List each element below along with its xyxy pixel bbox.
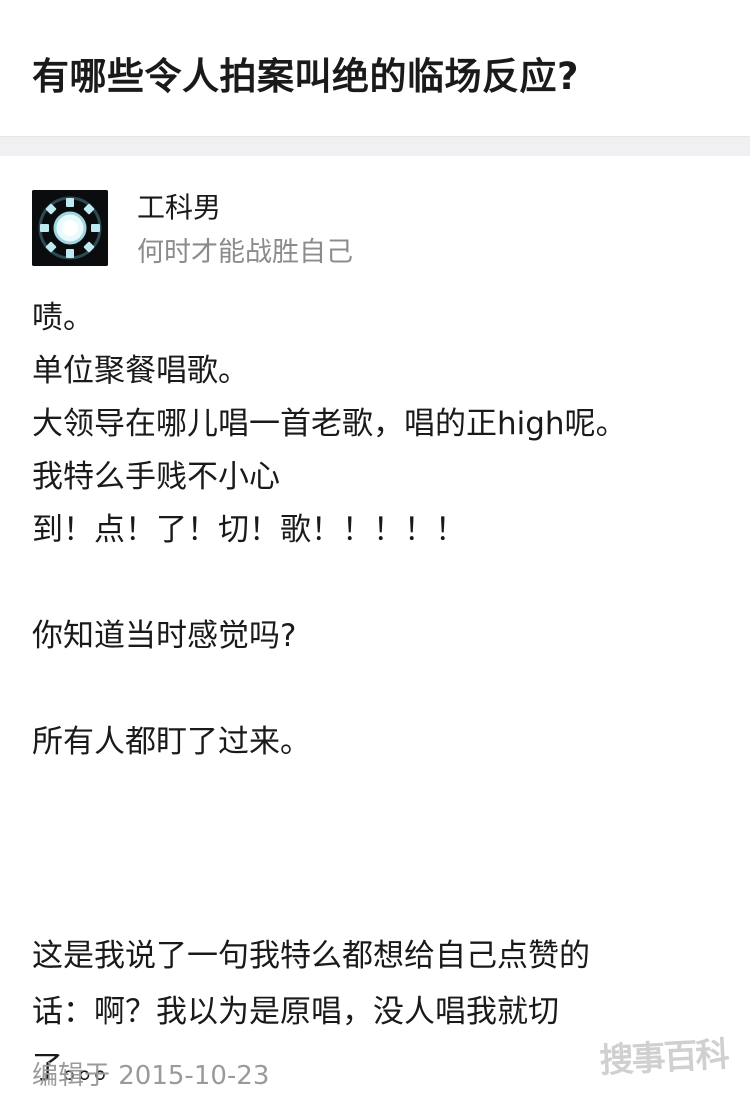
answer-line: 你知道当时感觉吗?	[32, 618, 297, 654]
answer-blank-line	[32, 875, 732, 928]
answer-blank-line	[32, 769, 732, 875]
answer-blank-line	[32, 557, 732, 610]
arc-reactor-icon	[32, 190, 108, 266]
watermark-logo: 搜事百科	[598, 1027, 731, 1104]
answer-line: 啧。	[32, 300, 94, 336]
answer-line: 这是我说了一句我特么都想给自己点赞的	[32, 938, 590, 974]
answer-page: 有哪些令人拍案叫绝的临场反应? 工科男 何时才能战胜自己 啧。 单位聚餐唱歌。 …	[0, 0, 750, 1112]
answer-line: 我特么手贱不小心	[32, 459, 280, 495]
answer-content[interactable]: 啧。 单位聚餐唱歌。 大领导在哪儿唱一首老歌，唱的正high呢。 我特么手贱不小…	[32, 292, 732, 1096]
answer-line: 大领导在哪儿唱一首老歌，唱的正high呢。	[32, 406, 627, 442]
author-name[interactable]: 工科男	[137, 186, 221, 226]
watermark-text: 搜事百科	[598, 1034, 729, 1082]
question-header[interactable]: 有哪些令人拍案叫绝的临场反应?	[0, 0, 750, 136]
author-avatar[interactable]	[32, 190, 108, 266]
answer-line: 到！点！了！切！歌！！！！！	[32, 512, 466, 548]
answer-line: 所有人都盯了过来。	[32, 724, 311, 760]
author-info: 工科男 何时才能战胜自己	[32, 190, 722, 270]
author-bio: 何时才能战胜自己	[137, 237, 353, 268]
header-divider	[0, 136, 750, 156]
answer-blank-line	[32, 663, 732, 716]
question-title[interactable]: 有哪些令人拍案叫绝的临场反应?	[32, 46, 579, 100]
edit-timestamp: 编辑于 2015-10-23	[32, 1061, 270, 1091]
answer-line: 单位聚餐唱歌。	[32, 353, 249, 389]
